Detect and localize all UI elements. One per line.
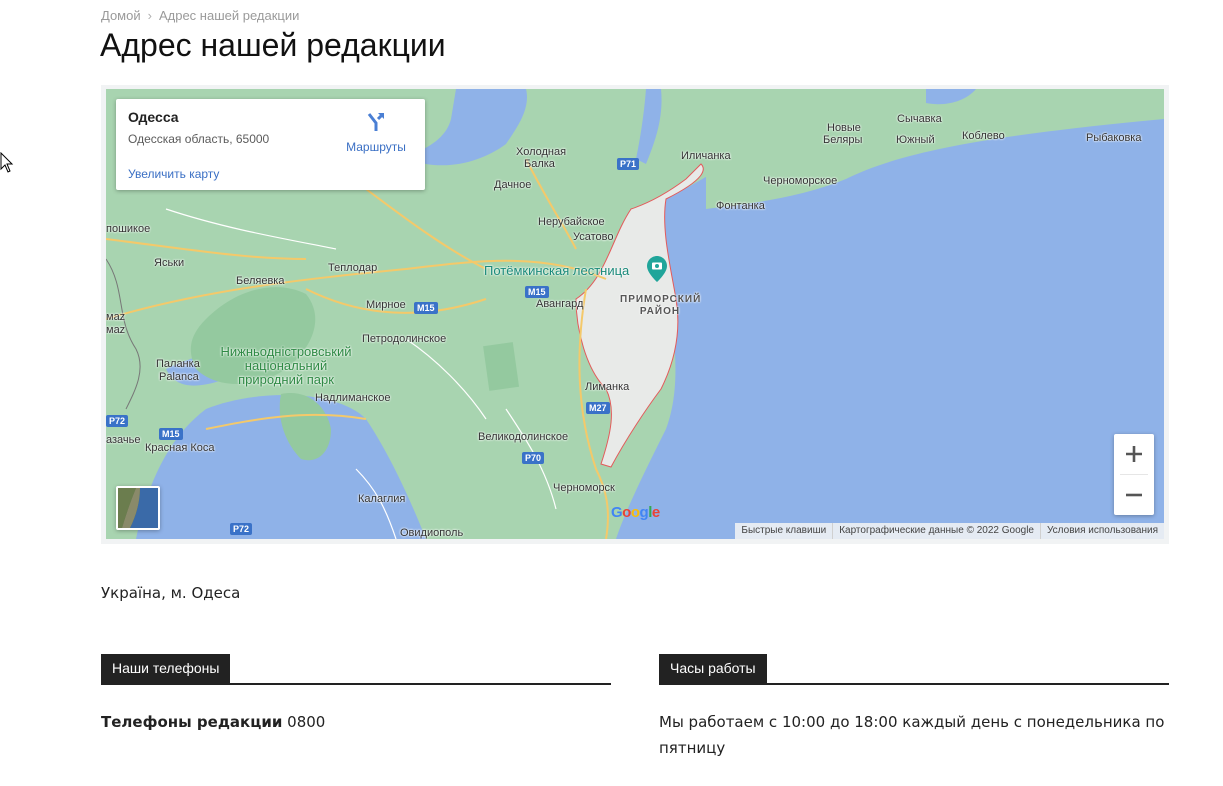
park-label-line: природний парк bbox=[238, 372, 334, 387]
map-label: Дачное bbox=[494, 179, 532, 191]
map-label: Балка bbox=[524, 158, 555, 170]
road-shield: P72 bbox=[230, 523, 253, 535]
map-label: маz bbox=[106, 324, 126, 336]
directions-button[interactable]: Маршруты bbox=[344, 111, 408, 154]
map-label: Паланка bbox=[156, 358, 200, 370]
map-label: Красная Коса bbox=[145, 442, 215, 454]
map-label: Черноморское bbox=[763, 175, 838, 187]
map-label: Великодолинское bbox=[478, 431, 569, 443]
zoom-out-button[interactable] bbox=[1114, 475, 1154, 515]
enlarge-map-link[interactable]: Увеличить карту bbox=[128, 167, 219, 181]
road-shield: P71 bbox=[617, 158, 640, 170]
map-label: Яськи bbox=[154, 257, 185, 269]
google-logo-letter: g bbox=[639, 504, 649, 521]
map-label: Надлиманское bbox=[315, 392, 391, 404]
google-logo-letter: o bbox=[630, 504, 640, 521]
map-label: маz bbox=[106, 311, 126, 323]
map-label: пошикое bbox=[106, 223, 151, 235]
map-label: Мирное bbox=[366, 299, 406, 311]
map-label: Овидиополь bbox=[400, 527, 464, 539]
map-label: Лиманка bbox=[585, 381, 630, 393]
map-label: Беляры bbox=[823, 134, 863, 146]
map-label: Петродолинское bbox=[362, 333, 447, 345]
zoom-in-button[interactable] bbox=[1114, 434, 1154, 474]
road-shield: M15 bbox=[414, 302, 438, 314]
phones-section-header: Наши телефоны bbox=[101, 654, 611, 685]
breadcrumb-separator: › bbox=[147, 8, 152, 23]
hours-section-header: Часы работы bbox=[659, 654, 1169, 685]
phones-heading: Наши телефоны bbox=[101, 654, 231, 683]
map-label: Усатово bbox=[573, 231, 614, 243]
phones-label: Телефоны редакции bbox=[101, 713, 283, 731]
page-title: Адрес нашей редакции bbox=[100, 27, 446, 63]
map-label: Фонтанка bbox=[716, 200, 765, 212]
hours-text: Мы работаем с 10:00 до 18:00 каждый день… bbox=[659, 713, 1165, 757]
map-label: азачье bbox=[106, 434, 141, 446]
breadcrumb-current: Адрес нашей редакции bbox=[158, 8, 300, 23]
directions-icon bbox=[367, 112, 385, 131]
district-label-line: ПРИМОРСКИЙ bbox=[620, 294, 702, 305]
district-label-line: РАЙОН bbox=[639, 306, 681, 317]
map-label: Беляевка bbox=[236, 275, 285, 287]
map-label: Холодная bbox=[516, 146, 567, 158]
road-shield: M15 bbox=[159, 428, 183, 440]
map-label: Нерубайское bbox=[538, 216, 605, 228]
map-label: Калаглия bbox=[358, 493, 406, 505]
map-label: Новые bbox=[827, 122, 861, 134]
map-label: Теплодар bbox=[328, 262, 378, 274]
road-shield: M27 bbox=[586, 402, 610, 414]
google-logo-letter: e bbox=[651, 504, 660, 521]
place-name: Одесса bbox=[128, 109, 179, 125]
map-label: Иличанка bbox=[681, 150, 731, 162]
road-shield: P70 bbox=[522, 452, 545, 464]
mouse-cursor-icon bbox=[0, 152, 14, 173]
keyboard-shortcuts-link[interactable]: Быстрые клавиши bbox=[735, 523, 834, 539]
phone-number: 0800 bbox=[287, 713, 326, 731]
map-label: Южный bbox=[896, 134, 935, 146]
map-label: Коблево bbox=[962, 130, 1005, 142]
map-type-toggle[interactable] bbox=[116, 486, 160, 530]
google-logo-letter: G bbox=[611, 504, 623, 521]
park-label: Нижньодністровський національний природн… bbox=[206, 345, 366, 387]
camera-pin-icon[interactable] bbox=[647, 256, 667, 282]
park-label-line: національний bbox=[244, 358, 328, 373]
breadcrumb: Домой › Адрес нашей редакции bbox=[101, 8, 299, 23]
address-text: Україна, м. Одеса bbox=[101, 584, 241, 602]
satellite-thumbnail-icon bbox=[118, 488, 158, 528]
minus-icon bbox=[1126, 493, 1142, 497]
phones-content: Телефоны редакции 0800 bbox=[101, 709, 325, 735]
map-label: Palanca bbox=[159, 371, 199, 383]
terms-of-use-link[interactable]: Условия использования bbox=[1041, 523, 1164, 539]
place-address: Одесская область, 65000 bbox=[128, 132, 270, 146]
hours-heading: Часы работы bbox=[659, 654, 767, 683]
directions-label: Маршруты bbox=[346, 140, 406, 154]
map-label: Авангард bbox=[536, 298, 584, 310]
map-label: Рыбаковка bbox=[1086, 132, 1142, 144]
breadcrumb-home-link[interactable]: Домой bbox=[101, 8, 141, 23]
park-label-line: Нижньодністровський bbox=[220, 344, 352, 359]
map-data-credit: Картографические данные © 2022 Google bbox=[833, 523, 1041, 539]
google-logo: Google bbox=[611, 504, 660, 521]
map-poi-label[interactable]: Потёмкинская лестница bbox=[484, 263, 629, 278]
map-label: Сычавка bbox=[897, 113, 942, 125]
road-shield: M15 bbox=[525, 286, 549, 298]
zoom-control bbox=[1114, 434, 1154, 515]
district-label: ПРИМОРСКИЙ РАЙОН bbox=[620, 294, 700, 318]
plus-icon bbox=[1126, 446, 1142, 462]
map-frame: Рыбаковка Коблево Сычавка Южный Новые Бе… bbox=[101, 85, 1169, 544]
google-logo-letter: o bbox=[622, 504, 631, 521]
map-label: Черноморск bbox=[553, 482, 615, 494]
map-attribution-bar: Быстрые клавиши Картографические данные … bbox=[735, 523, 1164, 539]
map[interactable]: Рыбаковка Коблево Сычавка Южный Новые Бе… bbox=[106, 89, 1164, 539]
road-shield: P72 bbox=[106, 415, 129, 427]
place-card: Одесса Одесская область, 65000 Увеличить… bbox=[116, 99, 425, 190]
